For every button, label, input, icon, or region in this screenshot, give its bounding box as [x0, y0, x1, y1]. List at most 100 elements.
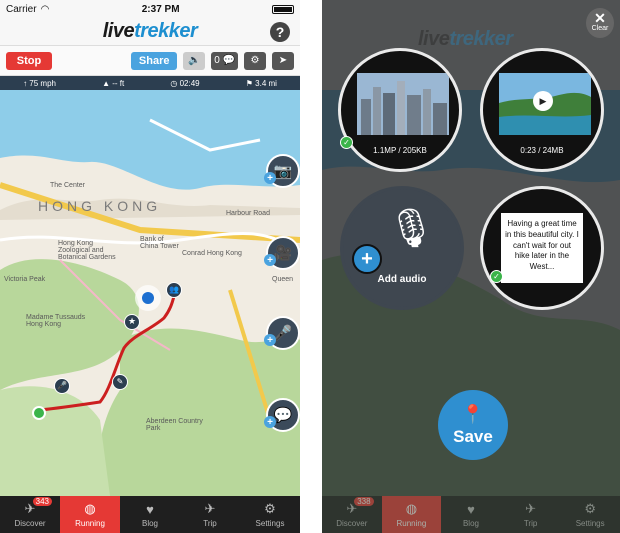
tab-label: Discover — [14, 519, 46, 528]
speed-value: 75 mph — [29, 78, 56, 88]
add-video-button[interactable]: 🎥 + — [264, 236, 300, 270]
tab-blog[interactable]: ♥ Blog — [120, 496, 180, 533]
tab-label: Discover — [336, 519, 368, 528]
left-phone-screen: Carrier ◠ 2:37 PM livetrekker ? Stop Shar… — [0, 0, 300, 533]
plus-icon: + — [264, 254, 276, 266]
altitude-value: -- ft — [112, 78, 125, 88]
elapsed-value: 02:49 — [179, 78, 200, 88]
add-audio-label: Add audio — [377, 274, 427, 285]
right-phone-screen: livetrekker ✕ Clear 1.1MP / 205KB ✓ ▶ 0:2… — [322, 0, 620, 533]
tab-label: Trip — [203, 519, 217, 528]
tab-label: Running — [75, 519, 105, 528]
map-label: Queen — [272, 276, 294, 283]
heart-icon: ♥ — [146, 501, 154, 517]
note-marker-icon[interactable]: ✎ — [112, 374, 128, 390]
tab-label: Blog — [462, 518, 479, 528]
map-label: Madame Tussauds Hong Kong — [26, 314, 86, 328]
comments-button[interactable]: 0 💬 — [211, 51, 238, 70]
audio-marker-icon[interactable]: 🎤 — [54, 378, 70, 394]
tab-settings[interactable]: ⚙ Settings — [240, 496, 300, 533]
map-label: Hong Kong Zoological and Botanical Garde… — [58, 240, 116, 261]
status-time: 2:37 PM — [141, 3, 180, 15]
gear-icon: ⚙ — [264, 501, 276, 516]
photo-attachment[interactable]: 1.1MP / 205KB — [338, 48, 462, 172]
camera-icon: 📷 — [273, 163, 293, 180]
carrier-label: Carrier — [6, 3, 37, 15]
locate-arrow-icon[interactable]: ➤ — [272, 51, 294, 70]
start-marker[interactable] — [32, 406, 46, 420]
app-logo: livetrekker — [103, 20, 198, 43]
plus-icon: + — [264, 334, 276, 346]
add-photo-button[interactable]: 📷 + — [264, 154, 300, 188]
map-city-label: HONG KONG — [38, 198, 162, 214]
note-icon: 💬 — [273, 407, 293, 424]
plus-icon: + — [264, 172, 276, 184]
globe-icon: ◍ — [405, 501, 418, 516]
elapsed-stat: ◷ 02:49 — [170, 78, 200, 88]
tab-discover: ✈ Discover 338 — [322, 496, 382, 533]
status-bar: Carrier ◠ 2:37 PM — [0, 0, 300, 18]
wifi-icon: ◠ — [40, 3, 50, 15]
save-label: Save — [453, 426, 493, 446]
note-check-icon: ✓ — [490, 270, 503, 283]
help-button[interactable]: ? — [270, 22, 290, 42]
stop-button[interactable]: Stop — [6, 51, 52, 70]
map-view[interactable]: HONG KONG The Center Hong Kong Zoologica… — [0, 90, 300, 496]
app-logo-faded: livetrekker — [418, 28, 513, 51]
save-button[interactable]: 📍 Save — [438, 390, 508, 460]
logo-part-live: live — [418, 28, 450, 50]
tab-bar: ✈ Discover 343 ◍ Running ♥ Blog ✈ Trip ⚙ Setti… — [0, 496, 300, 533]
distance-value: 3.4 mi — [255, 78, 277, 88]
map-label: Victoria Peak — [4, 276, 46, 283]
discover-badge: 338 — [354, 497, 374, 506]
tab-settings: ⚙ Settings — [560, 496, 620, 533]
add-audio-button[interactable]: 🎤 + — [264, 316, 300, 350]
plane-icon: ✈ — [525, 501, 537, 516]
microphone-icon: 🎤 — [273, 325, 293, 342]
app-header: livetrekker ? — [0, 18, 300, 46]
tab-running[interactable]: ◍ Running — [60, 496, 120, 533]
tab-trip[interactable]: ✈ Trip — [180, 496, 240, 533]
play-icon: ▶ — [533, 91, 553, 111]
clear-label: Clear — [591, 25, 609, 32]
photo-check-icon: ✓ — [340, 136, 353, 149]
share-button[interactable]: Share — [131, 51, 178, 70]
gear-icon[interactable]: ⚙ — [244, 51, 266, 70]
carrier: Carrier ◠ — [6, 4, 49, 15]
map-label: Harbour Road — [226, 210, 270, 217]
plane-icon: ✈ — [204, 501, 216, 516]
battery-icon — [272, 4, 294, 14]
gear-icon: ⚙ — [584, 501, 596, 516]
video-attachment[interactable]: ▶ 0:23 / 24MB — [480, 48, 604, 172]
map-label: Bank of China Tower — [140, 236, 179, 250]
group-marker-icon[interactable]: 👥 — [166, 282, 182, 298]
map-label: Conrad Hong Kong — [182, 250, 242, 257]
tab-running: ◍ Running — [381, 496, 442, 533]
tab-bar-dimmed: ✈ Discover 338 ◍ Running ♥ Blog ✈ Trip ⚙ Setti… — [322, 496, 620, 533]
altitude-stat: ▲ -- ft — [102, 78, 125, 88]
map-label: Aberdeen Country Park — [146, 418, 203, 432]
location-pin-icon: 📍 — [461, 403, 485, 424]
microphone-icon: 🎙 — [387, 208, 436, 250]
tab-label: Trip — [523, 519, 538, 528]
chat-icon: 💬 — [222, 55, 235, 66]
mute-icon[interactable]: 🔈 — [183, 51, 206, 70]
plus-icon: + — [264, 416, 276, 428]
tab-label: Settings — [575, 519, 605, 528]
video-camera-icon: 🎥 — [273, 245, 293, 262]
close-icon: ✕ — [594, 10, 606, 26]
heart-icon: ♥ — [467, 501, 475, 517]
discover-badge: 343 — [32, 497, 52, 506]
add-audio-plus-icon[interactable]: + — [352, 244, 382, 274]
clear-button[interactable]: ✕ Clear — [586, 8, 614, 38]
note-attachment[interactable]: Having a great time in this beautiful ci… — [480, 186, 604, 310]
tab-discover[interactable]: ✈ Discover 343 — [0, 496, 60, 533]
add-note-button[interactable]: 💬 + — [264, 398, 300, 432]
speed-stat: ↑ 75 mph — [23, 78, 56, 88]
toolbar: Stop Share 🔈 0 💬 ⚙ ➤ — [0, 46, 300, 76]
tab-label: Running — [396, 519, 427, 528]
star-marker-icon[interactable]: ★ — [124, 314, 140, 330]
logo-part-trekker: trekker — [134, 20, 198, 42]
video-caption: 0:23 / 24MB — [520, 146, 564, 155]
stats-bar: ↑ 75 mph ▲ -- ft ◷ 02:49 ⚑ 3.4 mi — [0, 76, 300, 90]
